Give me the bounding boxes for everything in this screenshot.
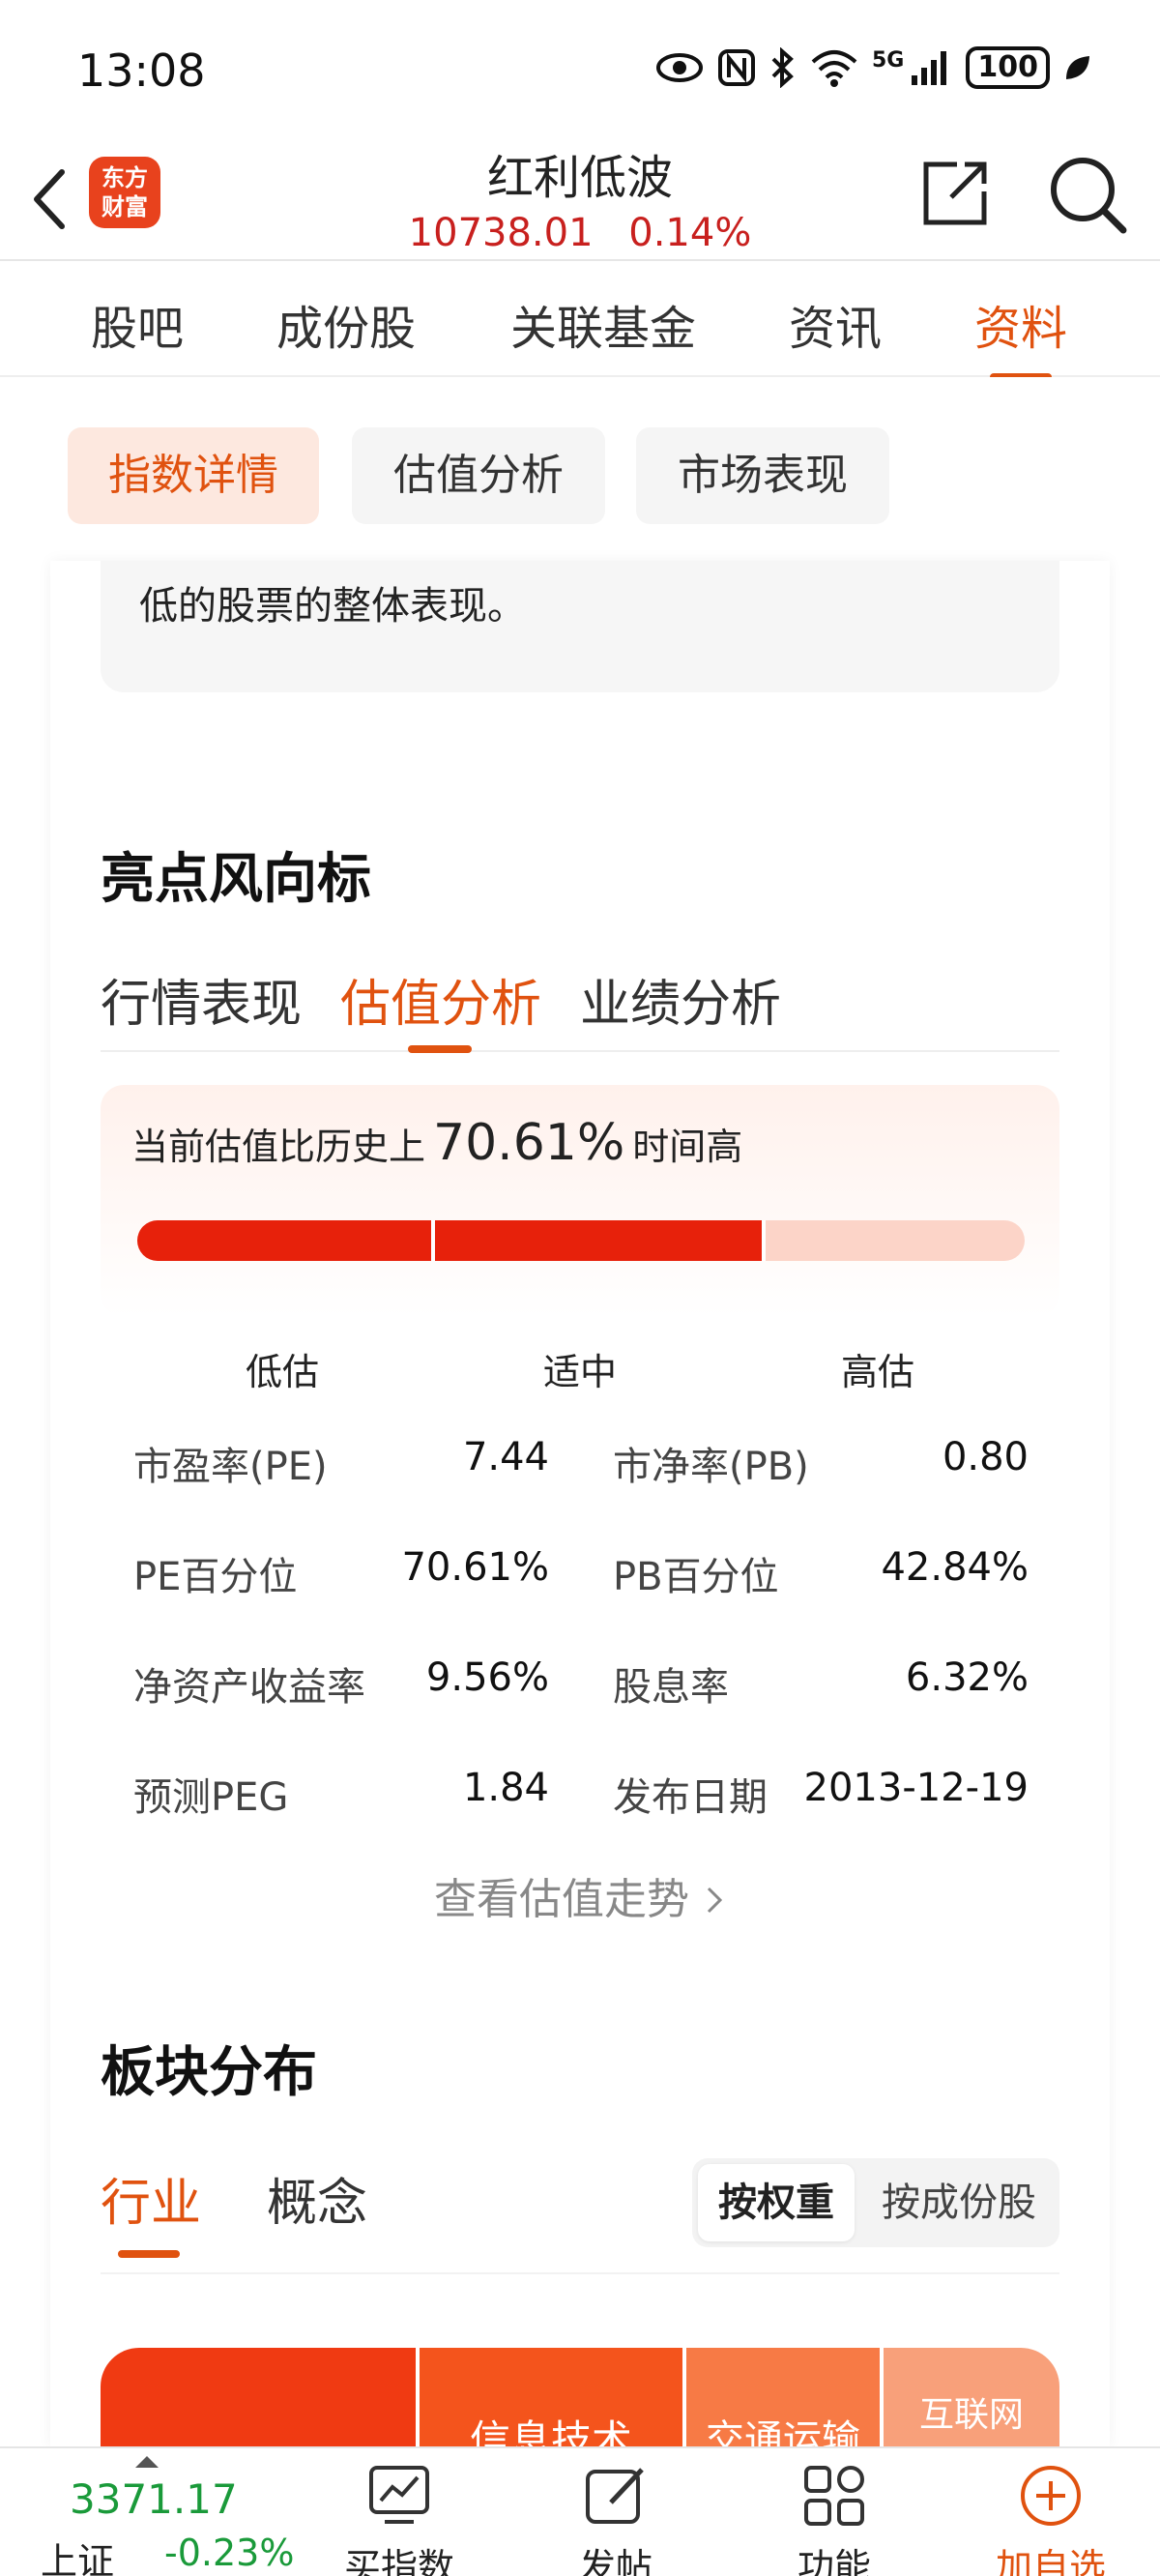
header: 东方 财富 红利低波 10738.01 0.14% <box>0 135 1160 261</box>
eye-icon <box>656 53 703 82</box>
label-overvalued: 高估 <box>841 1351 915 1393</box>
chevron-right-icon <box>707 1887 723 1914</box>
highlight-tabs: 行情表现 估值分析 业绩分析 <box>101 948 1059 1053</box>
weight-toggle: 按权重 按成份股 <box>692 2158 1059 2247</box>
leaf-icon <box>1066 56 1089 79</box>
tab-earnings-analysis[interactable]: 业绩分析 <box>580 963 781 1036</box>
metric-value-peg: 1.84 <box>462 1766 549 1810</box>
tab-related-funds[interactable]: 关联基金 <box>510 290 696 358</box>
metric-value-pe-percentile: 70.61% <box>401 1545 549 1590</box>
description-box: 率股，采用股息率加权，以反映分红水平高且波动率低的股票的整体表现。 <box>101 561 1059 692</box>
tab-industry[interactable]: 行业 <box>101 2162 201 2258</box>
nav-functions[interactable]: 功能 <box>762 2462 907 2576</box>
tab-concept[interactable]: 概念 <box>267 2162 367 2235</box>
tab-profile[interactable]: 资料 <box>974 290 1067 381</box>
valuation-bar-fill <box>137 1220 764 1261</box>
metric-label-release-date: 发布日期 <box>613 1775 768 1820</box>
nav-post[interactable]: 发帖 <box>543 2462 688 2576</box>
valuation-summary: 当前估值比历史上 70.61% 时间高 <box>131 1114 742 1172</box>
highlights-title: 亮点风向标 <box>101 848 371 911</box>
nav-add-watchlist-label: 加自选 <box>995 2546 1106 2576</box>
sector-title: 板块分布 <box>101 2041 317 2104</box>
subtab-valuation[interactable]: 估值分析 <box>352 427 605 524</box>
nav-buy-index[interactable]: 买指数 <box>327 2462 472 2576</box>
tab-valuation-analysis[interactable]: 估值分析 <box>340 963 541 1053</box>
valuation-trend-link[interactable]: 查看估值走势 <box>50 1864 1110 1926</box>
nfc-icon <box>718 49 755 86</box>
bluetooth-icon <box>771 47 794 88</box>
plus-circle-icon <box>1021 2466 1081 2526</box>
nav-functions-label: 功能 <box>797 2546 871 2576</box>
metric-label-pe: 市盈率(PE) <box>133 1445 328 1489</box>
content-card: 率股，采用股息率加权，以反映分红水平高且波动率低的股票的整体表现。 亮点风向标 … <box>50 561 1110 2474</box>
subtab-index-detail[interactable]: 指数详情 <box>68 427 319 524</box>
metric-value-dividend-yield: 6.32% <box>905 1655 1029 1700</box>
label-undervalued: 低估 <box>246 1351 320 1393</box>
metric-label-pb-percentile: PB百分位 <box>613 1555 779 1599</box>
market-index-name: 上证 <box>41 2540 115 2576</box>
bottom-bar: 3371.17 上证 -0.23% 买指数 发帖 功能 加自选 <box>0 2446 1160 2576</box>
nav-post-label: 发帖 <box>578 2546 652 2576</box>
metric-label-roe: 净资产收益率 <box>133 1665 365 1710</box>
main-tabs: 股吧 成份股 关联基金 资讯 资料 <box>0 263 1160 381</box>
valuation-bar-marker <box>762 1220 766 1261</box>
market-index-change: -0.23% <box>164 2532 295 2574</box>
description-text: 率股，采用股息率加权，以反映分红水平高且波动率低的股票的整体表现。 <box>139 561 1029 629</box>
signal-icon <box>912 51 947 85</box>
share-icon[interactable] <box>918 157 992 230</box>
wifi-icon <box>811 50 857 87</box>
nav-buy-index-label: 买指数 <box>343 2546 454 2576</box>
status-time: 13:08 <box>77 44 206 97</box>
metric-value-pb: 0.80 <box>942 1435 1029 1479</box>
index-change: 0.14% <box>628 211 752 255</box>
toggle-by-weight[interactable]: 按权重 <box>698 2164 855 2241</box>
metric-value-pe: 7.44 <box>462 1435 549 1479</box>
sector-tabs-divider <box>101 2272 1059 2274</box>
battery-icon: 100 <box>966 46 1050 89</box>
market-index-value: 3371.17 <box>70 2475 238 2523</box>
valuation-bar <box>137 1220 1025 1261</box>
sub-tabs: 指数详情 估值分析 市场表现 <box>0 377 1160 561</box>
valuation-trend-label: 查看估值走势 <box>434 1875 689 1924</box>
tab-guba[interactable]: 股吧 <box>91 290 184 358</box>
label-fair: 适中 <box>543 1351 618 1393</box>
metric-label-peg: 预测PEG <box>133 1775 289 1820</box>
valuation-card: 当前估值比历史上 70.61% 时间高 <box>101 1085 1059 1317</box>
grid-apps-icon <box>804 2466 864 2526</box>
status-bar: 13:08 5G 100 <box>0 0 1160 135</box>
valuation-bar-divider <box>431 1220 435 1261</box>
search-icon[interactable] <box>1046 153 1127 234</box>
metric-value-release-date: 2013-12-19 <box>803 1766 1029 1810</box>
edit-icon <box>586 2468 644 2524</box>
metric-value-pb-percentile: 42.84% <box>881 1545 1029 1590</box>
network-type: 5G <box>872 47 905 73</box>
metric-value-roe: 9.56% <box>425 1655 549 1700</box>
tab-news[interactable]: 资讯 <box>789 290 882 358</box>
metric-label-pb: 市净率(PB) <box>613 1445 809 1489</box>
caret-up-icon <box>135 2456 159 2468</box>
valuation-prefix: 当前估值比历史上 <box>131 1126 426 1168</box>
tab-market-performance[interactable]: 行情表现 <box>101 963 302 1036</box>
nav-add-watchlist[interactable]: 加自选 <box>978 2462 1123 2576</box>
subtab-market[interactable]: 市场表现 <box>636 427 889 524</box>
toggle-by-constituents[interactable]: 按成份股 <box>862 2164 1056 2241</box>
index-price: 10738.01 <box>408 211 594 255</box>
status-icons: 5G 100 <box>655 46 1092 89</box>
valuation-percent: 70.61% <box>433 1114 625 1172</box>
tab-constituents[interactable]: 成份股 <box>276 290 416 358</box>
chart-trend-icon <box>369 2466 429 2524</box>
valuation-suffix: 时间高 <box>632 1126 743 1168</box>
metric-label-pe-percentile: PE百分位 <box>133 1555 298 1599</box>
metric-label-dividend-yield: 股息率 <box>613 1665 729 1710</box>
